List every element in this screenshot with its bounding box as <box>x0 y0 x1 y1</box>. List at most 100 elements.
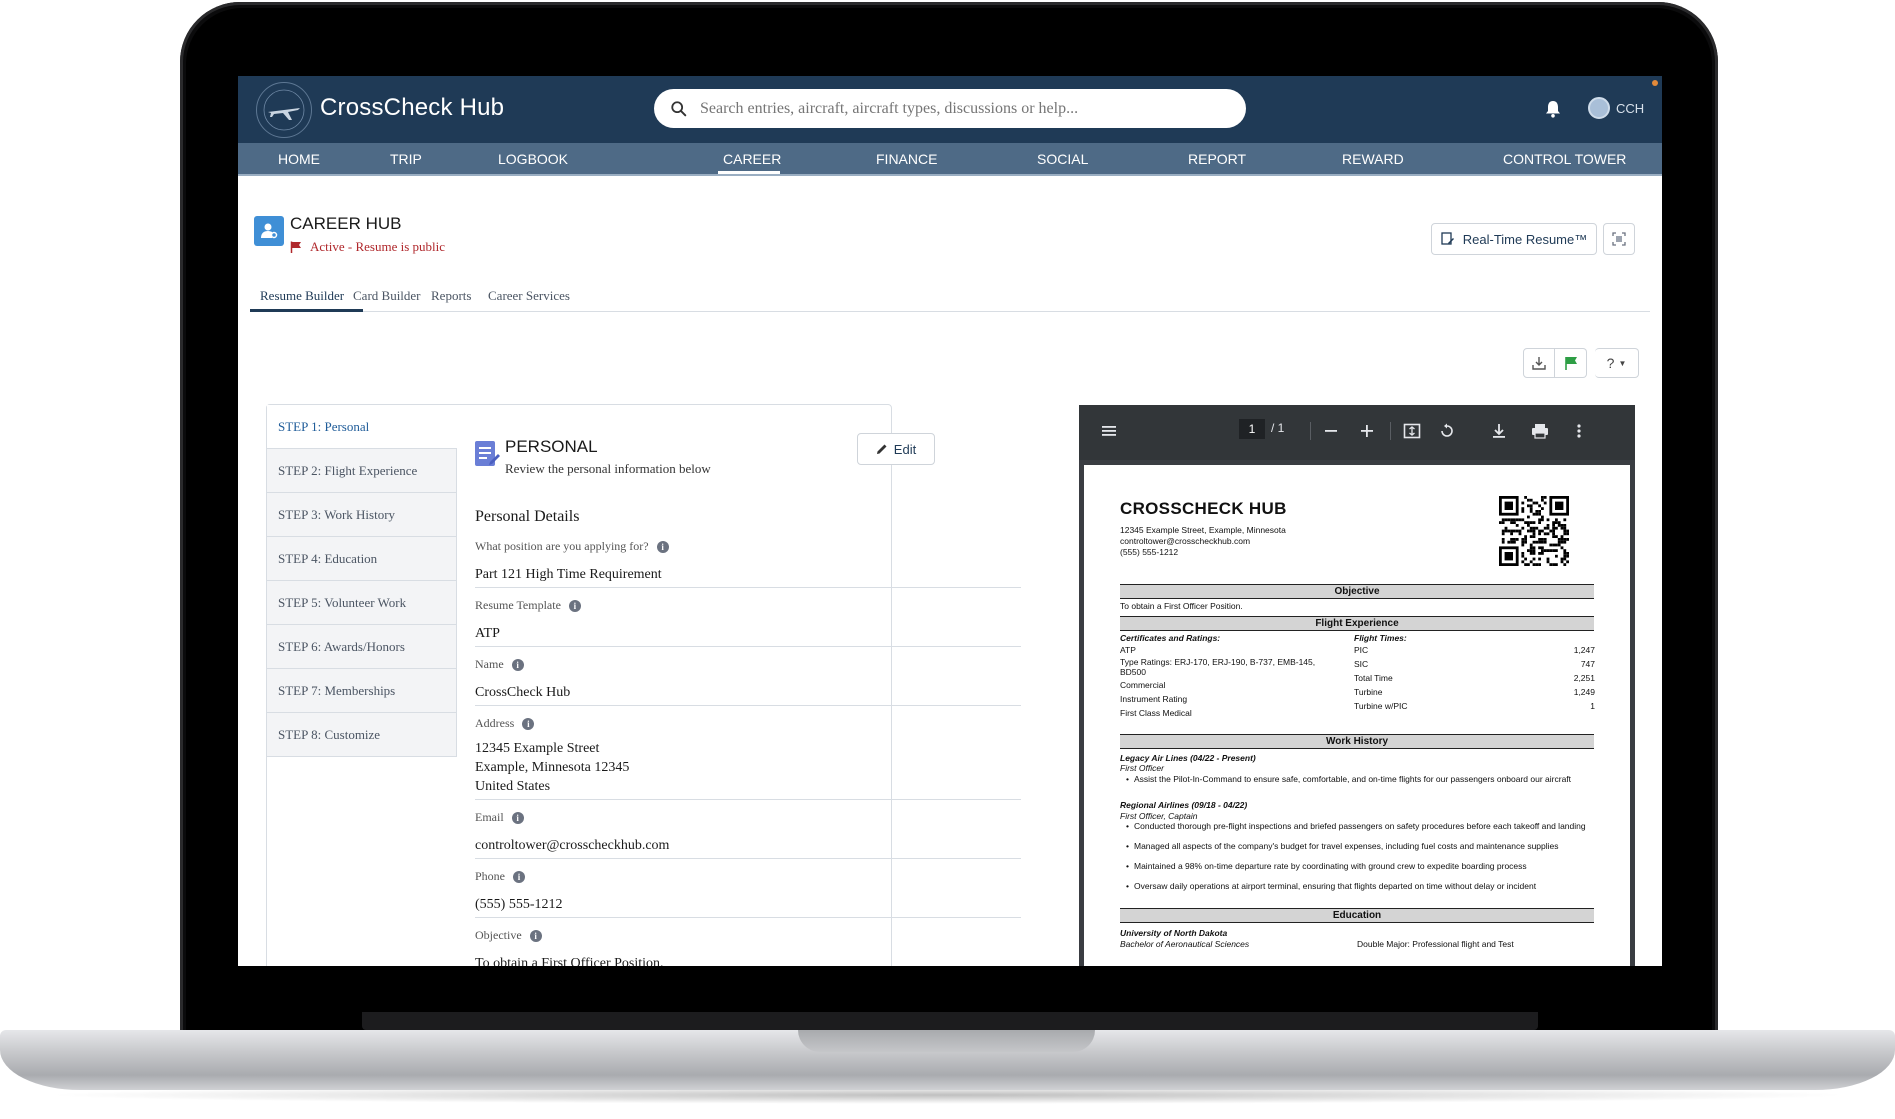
time-value: 1,247 <box>1573 645 1595 655</box>
cert-item: First Class Medical <box>1120 708 1192 718</box>
resume-document: CROSSCHECK HUB 12345 Example Street, Exa… <box>1084 465 1630 966</box>
scan-button[interactable] <box>1603 223 1635 255</box>
step-memberships[interactable]: STEP 7: Memberships <box>267 669 457 713</box>
info-icon[interactable]: i <box>568 599 581 612</box>
laptop-hinge <box>362 1012 1538 1030</box>
laptop-notch <box>798 1030 1095 1052</box>
time-label: Turbine w/PIC <box>1354 701 1408 711</box>
field-value: 12345 Example Street Example, Minnesota … <box>475 741 630 794</box>
step-personal[interactable]: STEP 1: Personal <box>267 405 457 449</box>
field-label: Address <box>475 716 515 730</box>
field-address[interactable]: Address i 12345 Example Street Example, M… <box>475 716 1021 800</box>
qr-code-icon <box>1499 496 1569 566</box>
tab-card-builder[interactable]: Card Builder <box>353 288 421 304</box>
zoom-in-icon[interactable] <box>1359 423 1375 439</box>
flag-icon <box>290 241 301 253</box>
nav-trip[interactable]: TRIP <box>390 151 422 167</box>
job-role: First Officer <box>1120 763 1164 773</box>
step-education[interactable]: STEP 4: Education <box>267 537 457 581</box>
search-input[interactable] <box>700 99 1220 118</box>
publish-flag-button[interactable] <box>1555 348 1587 378</box>
nav-social[interactable]: SOCIAL <box>1037 151 1088 167</box>
main-nav: HOME TRIP LOGBOOK CAREER FINANCE SOCIAL … <box>238 143 1662 176</box>
step-customize[interactable]: STEP 8: Customize <box>267 713 457 757</box>
info-icon[interactable]: i <box>511 658 524 671</box>
rotate-icon[interactable] <box>1439 423 1455 439</box>
document-edit-icon <box>1441 232 1454 245</box>
section-objective: Objective <box>1120 584 1594 599</box>
field-position[interactable]: What position are you applying for? i Par… <box>475 539 1021 588</box>
step-work-history[interactable]: STEP 3: Work History <box>267 493 457 537</box>
app-screen: CrossCheck Hub CCH HOME TRIP LOGBOOK CAR… <box>238 76 1662 966</box>
fit-page-icon[interactable] <box>1403 423 1421 439</box>
user-initials[interactable]: CCH <box>1616 101 1644 116</box>
personal-details-title: Personal Details <box>475 508 580 525</box>
section-subtitle: Review the personal information below <box>505 461 711 476</box>
field-label: Objective <box>475 928 522 942</box>
brand-name[interactable]: CrossCheck Hub <box>320 94 504 122</box>
cert-item: ATP <box>1120 645 1136 655</box>
field-label: Phone <box>475 869 505 883</box>
nav-report[interactable]: REPORT <box>1188 151 1246 167</box>
nav-home[interactable]: HOME <box>278 151 320 167</box>
info-icon[interactable]: i <box>513 870 525 883</box>
step-volunteer-work[interactable]: STEP 5: Volunteer Work <box>267 581 457 625</box>
info-icon[interactable]: i <box>522 717 535 730</box>
field-value: To obtain a First Officer Position. <box>475 956 664 966</box>
info-icon[interactable]: i <box>656 540 669 553</box>
nav-control-tower[interactable]: CONTROL TOWER <box>1503 151 1626 167</box>
nav-reward[interactable]: REWARD <box>1342 151 1404 167</box>
time-value: 1,249 <box>1573 687 1595 697</box>
download-icon[interactable] <box>1491 423 1507 439</box>
resume-name: CROSSCHECK HUB <box>1120 499 1287 518</box>
nav-logbook[interactable]: LOGBOOK <box>498 151 568 167</box>
bell-icon[interactable] <box>1543 99 1563 119</box>
print-icon[interactable] <box>1531 423 1549 439</box>
field-resume-template[interactable]: Resume Template i ATP <box>475 598 1021 647</box>
field-name[interactable]: Name i CrossCheck Hub <box>475 657 1021 706</box>
time-label: Total Time <box>1354 673 1393 683</box>
search-icon <box>671 100 687 116</box>
tab-bar: Resume Builder Card Builder Reports Care… <box>250 282 1650 312</box>
status-badge: Active - Resume is public <box>290 239 445 255</box>
menu-icon[interactable] <box>1101 423 1117 439</box>
job-bullet: Maintained a 98% on-time departure rate … <box>1126 861 1594 871</box>
download-button[interactable] <box>1523 348 1555 378</box>
cert-item: Commercial <box>1120 680 1166 690</box>
tab-reports[interactable]: Reports <box>431 288 471 304</box>
objective-text: To obtain a First Officer Position. <box>1120 601 1243 611</box>
search-bar[interactable] <box>654 89 1246 128</box>
document-list-icon <box>475 441 500 466</box>
tab-career-services[interactable]: Career Services <box>488 288 570 304</box>
field-label: What position are you applying for? <box>475 539 649 553</box>
career-hub-icon <box>254 216 284 246</box>
page-number-input[interactable]: 1 <box>1239 419 1265 439</box>
field-label: Resume Template <box>475 598 561 612</box>
plane-logo-icon <box>263 89 305 131</box>
section-work-history: Work History <box>1120 734 1594 749</box>
logo[interactable] <box>256 82 312 138</box>
step-awards-honors[interactable]: STEP 6: Awards/Honors <box>267 625 457 669</box>
nav-finance[interactable]: FINANCE <box>876 151 937 167</box>
info-icon[interactable]: i <box>511 811 524 824</box>
step-flight-experience[interactable]: STEP 2: Flight Experience <box>267 449 457 493</box>
tab-resume-builder[interactable]: Resume Builder <box>260 288 344 304</box>
status-text: Active - Resume is public <box>310 239 446 254</box>
field-objective[interactable]: Objective i To obtain a First Officer Pos… <box>475 928 1021 966</box>
real-time-resume-button[interactable]: Real-Time Resume™ <box>1431 223 1597 255</box>
more-options-icon[interactable] <box>1571 423 1587 439</box>
degree: Bachelor of Aeronautical Sciences <box>1120 939 1250 949</box>
zoom-out-icon[interactable] <box>1323 423 1339 439</box>
info-icon[interactable]: i <box>529 929 542 942</box>
edit-button[interactable]: Edit <box>857 433 935 465</box>
edit-label: Edit <box>893 441 917 457</box>
nav-career[interactable]: CAREER <box>723 151 781 167</box>
help-label: ? <box>1606 355 1615 371</box>
time-label: SIC <box>1354 659 1369 669</box>
help-menu-button[interactable]: ? ▼ <box>1595 348 1639 378</box>
field-email[interactable]: Email i controltower@crosscheckhub.com <box>475 810 1021 859</box>
field-label: Name <box>475 657 504 671</box>
job-bullet: Assist the Pilot-In-Command to ensure sa… <box>1126 774 1594 784</box>
field-phone[interactable]: Phone i (555) 555-1212 <box>475 869 1021 918</box>
avatar[interactable] <box>1588 97 1610 119</box>
